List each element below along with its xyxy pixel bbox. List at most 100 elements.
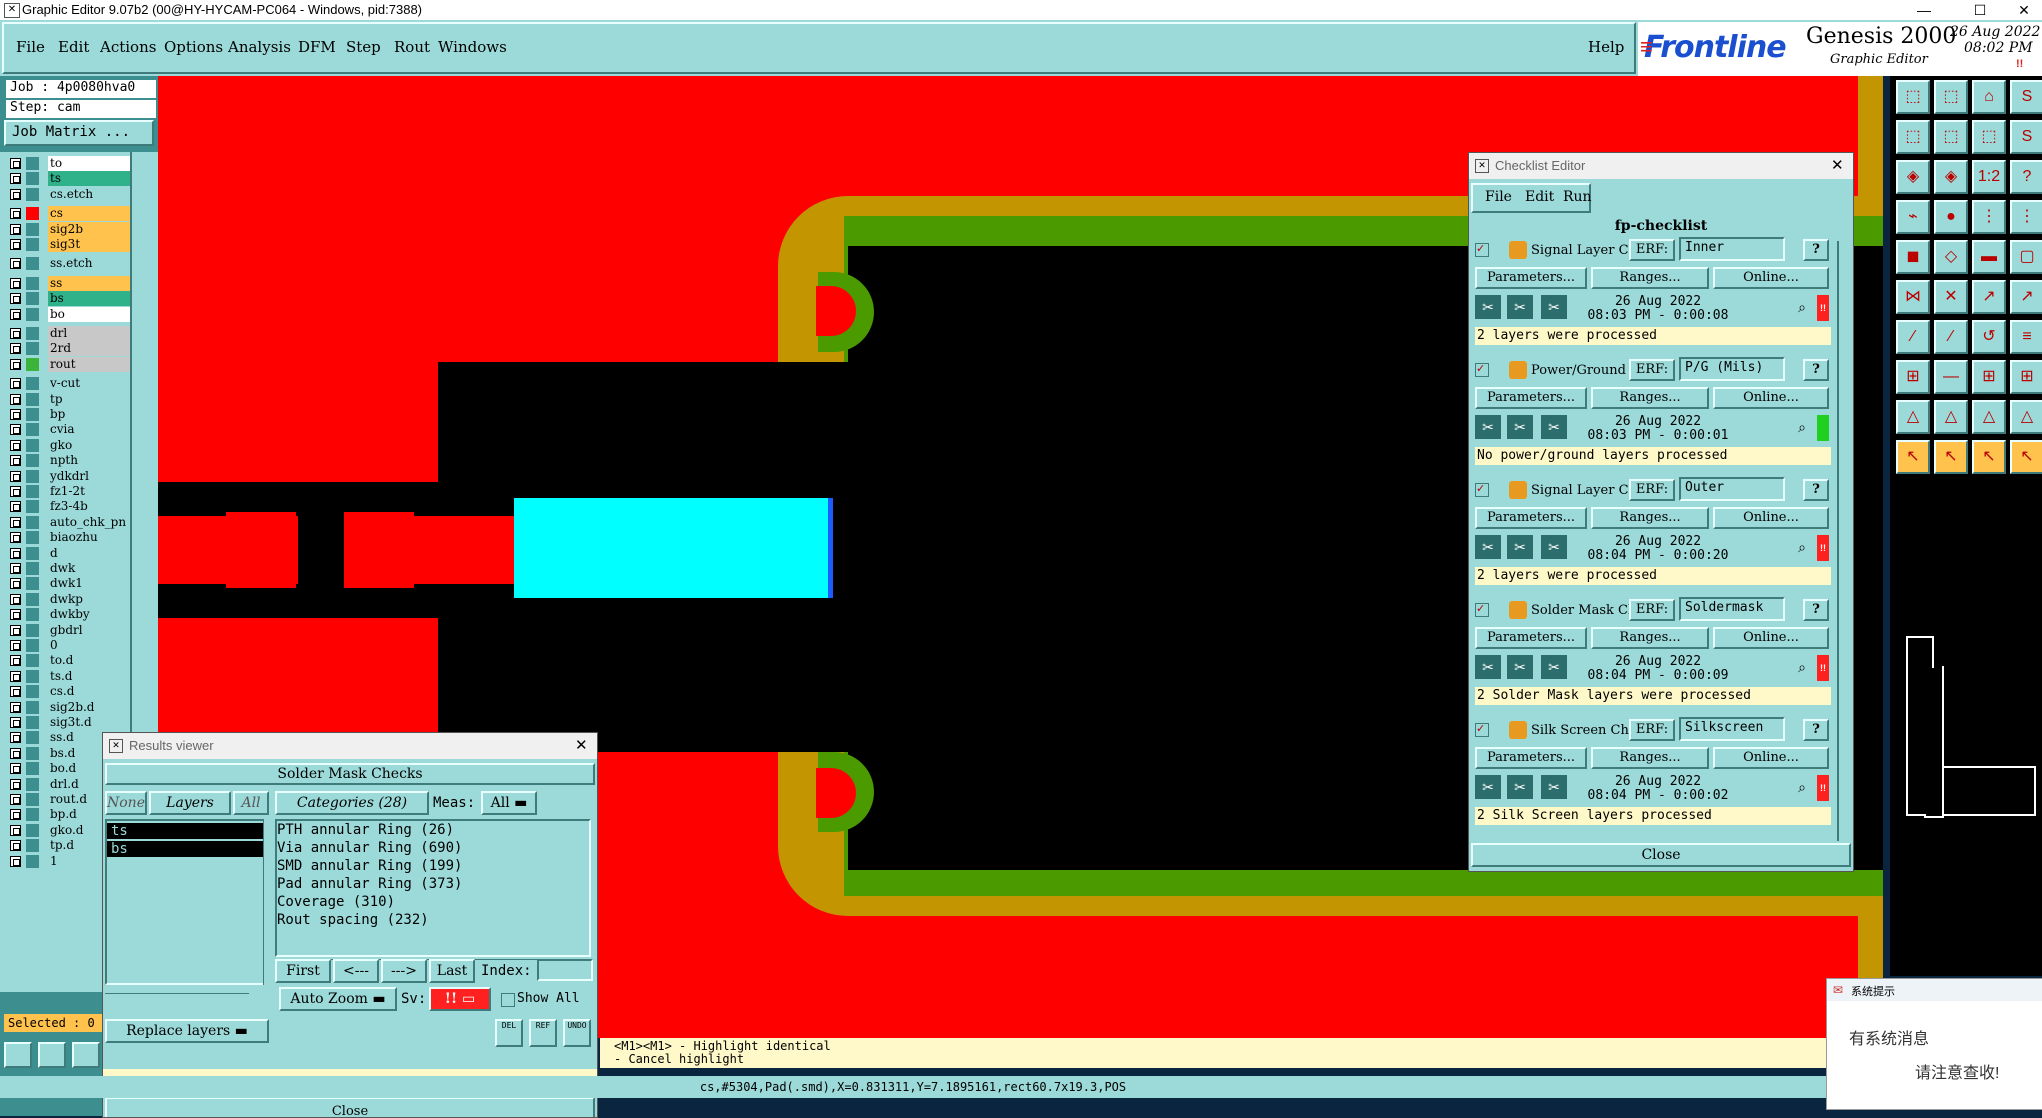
layer-row-sig3t.d[interactable]: sig3t.d — [6, 715, 131, 730]
erf-value[interactable]: Inner — [1679, 237, 1785, 261]
tool-button-32-icon[interactable]: ⊞ — [2010, 360, 2042, 394]
entry-help-button[interactable]: ? — [1803, 719, 1829, 741]
layer-checkbox[interactable] — [10, 455, 21, 467]
layer-color-swatch[interactable] — [26, 307, 39, 321]
layer-color-swatch[interactable] — [26, 292, 39, 306]
panel-tool-3-icon[interactable] — [72, 1042, 100, 1068]
checklist-menu-edit[interactable]: Edit — [1525, 189, 1554, 205]
meas-dropdown[interactable]: All ▬ — [481, 791, 537, 815]
layer-color-swatch[interactable] — [26, 276, 39, 290]
tool-button-7-icon[interactable]: ⬚ — [1972, 120, 2006, 154]
layer-checkbox[interactable] — [10, 701, 21, 713]
replace-layers-dropdown[interactable]: Replace layers ▬ — [105, 1019, 269, 1043]
layer-color-swatch[interactable] — [26, 777, 39, 791]
layers-button[interactable]: Layers — [149, 791, 231, 815]
layer-checkbox[interactable] — [10, 293, 21, 305]
tool-button-25-icon[interactable]: ∕ — [1896, 320, 1930, 354]
tool-button-37-icon[interactable]: ↖ — [1896, 440, 1930, 474]
layer-row-to[interactable]: to — [6, 156, 131, 171]
layer-checkbox[interactable] — [10, 223, 21, 235]
tool-button-16-icon[interactable]: ⋮ — [2010, 200, 2042, 234]
run-step-icon[interactable]: ✂ — [1507, 535, 1533, 559]
online-button[interactable]: Online... — [1713, 387, 1829, 409]
layer-checkbox[interactable] — [10, 824, 21, 836]
erf-value[interactable]: P/G (Mils) — [1679, 357, 1785, 381]
layer-color-swatch[interactable] — [26, 423, 39, 437]
parameters-button[interactable]: Parameters... — [1475, 627, 1587, 649]
layer-color-swatch[interactable] — [26, 207, 39, 221]
tool-button-39-icon[interactable]: ↖ — [1972, 440, 2006, 474]
layer-checkbox[interactable] — [10, 593, 21, 605]
run-action-icon[interactable]: ✂ — [1475, 775, 1501, 799]
layer-color-swatch[interactable] — [26, 854, 39, 868]
layer-name[interactable]: gko — [48, 437, 131, 453]
layer-name[interactable]: ts.d — [48, 668, 131, 684]
zoom-results-icon[interactable]: ⌕ — [1789, 415, 1815, 439]
tool-button-31-icon[interactable]: ⊞ — [1972, 360, 2006, 394]
layer-row-d[interactable]: d — [6, 545, 131, 561]
layer-row-ss[interactable]: ss — [6, 275, 131, 291]
parameters-button[interactable]: Parameters... — [1475, 387, 1587, 409]
checklist-scrollbar[interactable] — [1837, 241, 1853, 841]
layer-color-swatch[interactable] — [26, 762, 39, 776]
layer-checkbox[interactable] — [10, 778, 21, 790]
layer-checkbox[interactable] — [10, 747, 21, 759]
category-item[interactable]: Rout spacing (232) — [277, 911, 589, 929]
layer-color-swatch[interactable] — [26, 357, 39, 371]
layer-checkbox[interactable] — [10, 378, 21, 390]
layer-color-swatch[interactable] — [26, 577, 39, 591]
layer-color-swatch[interactable] — [26, 592, 39, 606]
layer-color-swatch[interactable] — [26, 408, 39, 421]
prev-button[interactable]: <--- — [333, 959, 379, 983]
layer-results-hscroll[interactable] — [105, 993, 249, 1006]
highlighted-pad[interactable] — [514, 498, 833, 598]
menu-step[interactable]: Step — [346, 38, 381, 56]
layer-name[interactable]: to.d — [48, 653, 131, 669]
layer-color-swatch[interactable] — [26, 793, 39, 806]
entry-name[interactable]: Signal Layer Ch — [1531, 483, 1629, 498]
layer-name[interactable]: ss.etch — [48, 256, 131, 272]
layer-color-swatch[interactable] — [26, 531, 39, 545]
layer-color-swatch[interactable] — [26, 685, 39, 699]
layer-checkbox[interactable] — [10, 763, 21, 775]
layer-name[interactable]: bp — [48, 407, 131, 422]
layer-name[interactable]: bs — [48, 291, 131, 307]
del-button[interactable]: DEL — [495, 1019, 523, 1047]
board-overview[interactable] — [1906, 636, 2036, 818]
layer-checkbox[interactable] — [10, 208, 21, 220]
menu-rout[interactable]: Rout — [394, 38, 430, 56]
tool-button-11-icon[interactable]: 1:2 — [1972, 160, 2006, 194]
layer-color-swatch[interactable] — [26, 257, 39, 271]
erf-value[interactable]: Soldermask — [1679, 597, 1785, 621]
layer-row-v-cut[interactable]: v-cut — [6, 376, 131, 392]
menu-dfm[interactable]: DFM — [298, 38, 336, 56]
layer-checkbox[interactable] — [10, 794, 21, 805]
layer-checkbox[interactable] — [10, 188, 21, 200]
entry-help-button[interactable]: ? — [1803, 239, 1829, 261]
layer-row-fz1-2t[interactable]: fz1-2t — [6, 484, 131, 499]
layer-row-rout[interactable]: rout — [6, 356, 131, 372]
menu-windows[interactable]: Windows — [438, 38, 507, 56]
sv-dropdown[interactable]: !! ▭ — [429, 987, 491, 1011]
run-results-icon[interactable]: ✂ — [1541, 535, 1567, 559]
layer-row-gko[interactable]: gko — [6, 437, 131, 453]
layer-checkbox[interactable] — [10, 158, 21, 169]
layer-checkbox[interactable] — [10, 717, 21, 728]
run-action-icon[interactable]: ✂ — [1475, 655, 1501, 679]
layer-row-sig2b[interactable]: sig2b — [6, 221, 131, 237]
close-window-button[interactable]: ✕ — [2004, 0, 2042, 20]
tool-button-18-icon[interactable]: ◇ — [1934, 240, 1968, 274]
layer-row-cs.d[interactable]: cs.d — [6, 684, 131, 700]
tool-button-6-icon[interactable]: ⬚ — [1934, 120, 1968, 154]
layer-checkbox[interactable] — [10, 532, 21, 544]
parameters-button[interactable]: Parameters... — [1475, 747, 1587, 769]
layer-checkbox[interactable] — [10, 563, 21, 574]
entry-help-button[interactable]: ? — [1803, 599, 1829, 621]
layer-checkbox[interactable] — [10, 308, 21, 320]
layer-row-cs[interactable]: cs — [6, 206, 131, 222]
tool-button-15-icon[interactable]: ⋮ — [1972, 200, 2006, 234]
layer-color-swatch[interactable] — [26, 392, 39, 406]
job-matrix-button[interactable]: Job Matrix ... — [4, 120, 154, 146]
layer-name[interactable]: tp — [48, 391, 131, 407]
layer-checkbox[interactable] — [10, 670, 21, 682]
